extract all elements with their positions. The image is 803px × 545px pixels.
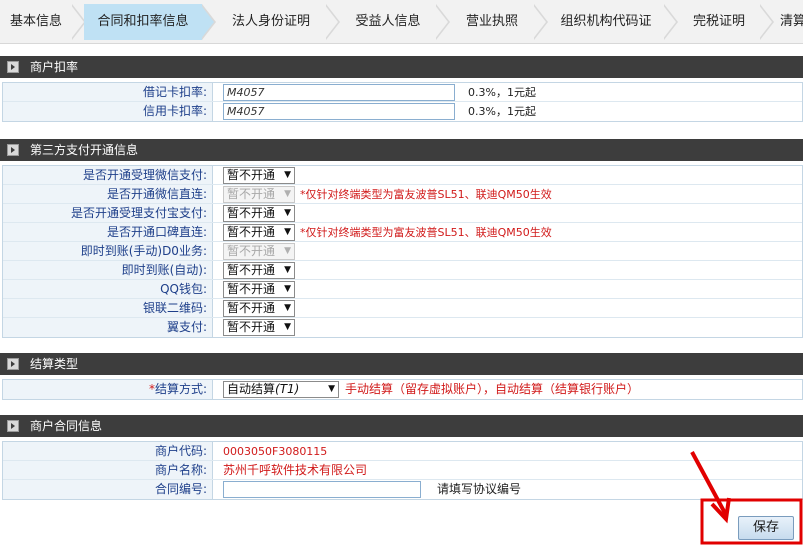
annotation-arrow	[690, 451, 728, 516]
save-button[interactable]: 保存	[738, 516, 794, 540]
annotation-overlay	[690, 451, 803, 545]
